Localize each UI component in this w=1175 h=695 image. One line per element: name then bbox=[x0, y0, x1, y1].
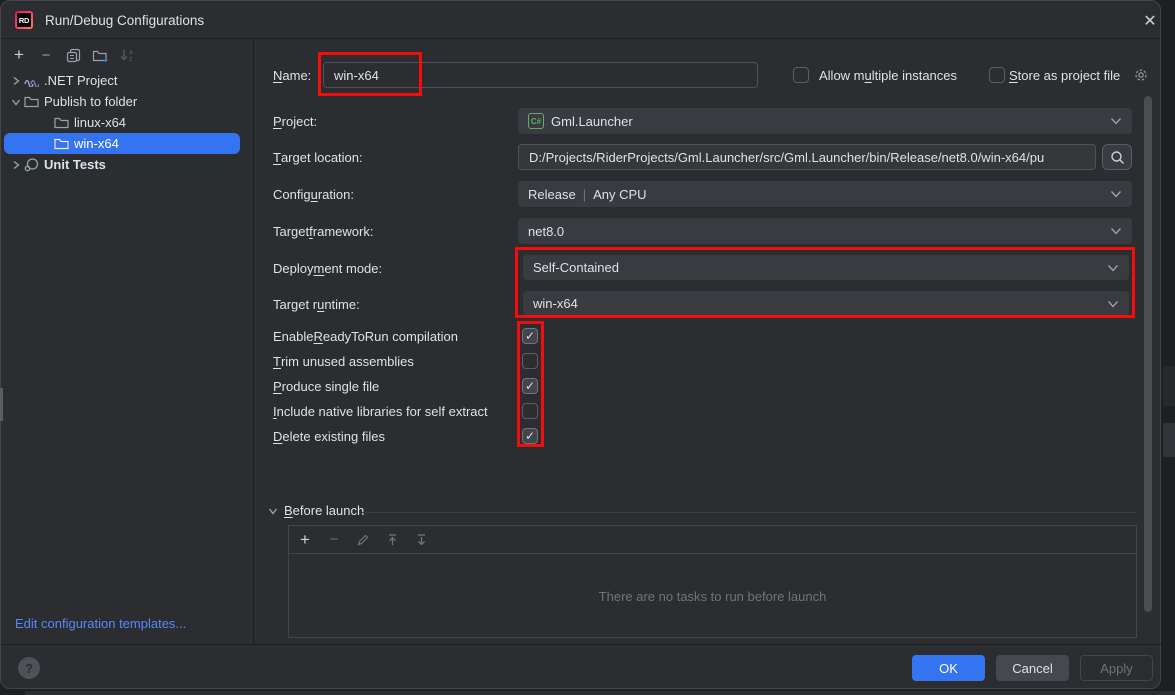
apply-button[interactable]: Apply bbox=[1080, 655, 1153, 681]
trim-unused-assemblies-label: Trim unused assemblies bbox=[273, 353, 414, 369]
delete-existing-files-checkbox[interactable] bbox=[522, 428, 538, 444]
store-as-project-file-checkbox[interactable] bbox=[989, 67, 1005, 83]
chevron-right-icon bbox=[9, 159, 23, 171]
produce-single-file-label: Produce single file bbox=[273, 378, 379, 394]
allow-multiple-instances-label: Allow multiple instances bbox=[819, 67, 957, 83]
tree-item-linux-x64[interactable]: linux-x64 bbox=[1, 112, 253, 133]
target-framework-label: Target framework: bbox=[273, 218, 373, 244]
delete-existing-files-label: Delete existing files bbox=[273, 428, 385, 444]
remove-task-icon[interactable]: − bbox=[326, 532, 342, 548]
svg-text:+: + bbox=[103, 55, 108, 63]
ide-background-patch bbox=[1163, 423, 1175, 457]
search-icon bbox=[1110, 150, 1125, 165]
chevron-down-icon bbox=[1110, 190, 1122, 199]
chevron-down-icon bbox=[1107, 263, 1119, 272]
before-launch-empty-text: There are no tasks to run before launch bbox=[289, 554, 1136, 638]
target-location-input[interactable]: D:/Projects/RiderProjects/Gml.Launcher/s… bbox=[518, 144, 1096, 170]
chevron-down-icon bbox=[9, 96, 23, 108]
tree-item-unit-tests[interactable]: Unit Tests bbox=[1, 154, 253, 175]
before-launch-toolbar: + − bbox=[289, 526, 1136, 554]
folder-icon bbox=[53, 136, 69, 152]
chevron-down-icon bbox=[1110, 227, 1122, 236]
name-label: Name: bbox=[273, 62, 311, 88]
ok-button[interactable]: OK bbox=[912, 655, 985, 681]
ide-background-strip bbox=[25, 691, 1175, 695]
unit-tests-icon bbox=[23, 157, 39, 173]
title-bar: RD Run/Debug Configurations ✕ bbox=[1, 1, 1160, 39]
project-label: Project: bbox=[273, 108, 317, 134]
target-runtime-select[interactable]: win-x64 bbox=[523, 291, 1129, 316]
ide-tool-window-stripe bbox=[0, 388, 3, 421]
include-native-libraries-label: Include native libraries for self extrac… bbox=[273, 403, 488, 419]
chevron-down-icon bbox=[1107, 299, 1119, 308]
new-folder-icon[interactable]: + bbox=[91, 46, 109, 64]
vertical-scrollbar[interactable] bbox=[1144, 96, 1152, 612]
configuration-label: Configuration: bbox=[273, 181, 354, 207]
ide-background-patch bbox=[1163, 366, 1175, 406]
run-debug-configurations-dialog: RD Run/Debug Configurations ✕ + − + az .… bbox=[0, 0, 1161, 689]
chevron-down-icon bbox=[1110, 117, 1122, 126]
tree-item-win-x64-selected[interactable]: win-x64 bbox=[4, 133, 240, 154]
edit-configuration-templates-link[interactable]: Edit configuration templates... bbox=[15, 616, 186, 631]
name-input[interactable]: win-x64 bbox=[323, 62, 758, 88]
enable-readytorun-label: Enable ReadyToRun compilation bbox=[273, 328, 458, 344]
help-icon[interactable]: ? bbox=[18, 657, 40, 679]
dotnet-icon bbox=[23, 73, 39, 89]
deployment-mode-label: Deployment mode: bbox=[273, 255, 382, 281]
remove-configuration-icon[interactable]: − bbox=[37, 46, 55, 64]
footer-divider bbox=[1, 644, 1162, 645]
store-as-project-file-label: Store as project file bbox=[1009, 67, 1120, 83]
tree-item-dotnet-project[interactable]: .NET Project bbox=[1, 70, 253, 91]
move-down-icon[interactable] bbox=[413, 532, 429, 548]
configurations-sidebar: + − + az .NET Project Publish to folder bbox=[1, 40, 254, 644]
move-up-icon[interactable] bbox=[384, 532, 400, 548]
enable-readytorun-checkbox[interactable] bbox=[522, 328, 538, 344]
edit-task-icon[interactable] bbox=[355, 532, 371, 548]
configurations-tree: .NET Project Publish to folder linux-x64… bbox=[1, 70, 253, 175]
folder-icon bbox=[53, 115, 69, 131]
before-launch-title: Before launch bbox=[284, 503, 364, 518]
deployment-mode-select[interactable]: Self-Contained bbox=[523, 255, 1129, 280]
browse-button[interactable] bbox=[1102, 144, 1132, 170]
target-framework-select[interactable]: net8.0 bbox=[518, 218, 1132, 244]
dialog-title: Run/Debug Configurations bbox=[45, 1, 204, 39]
csharp-icon: C# bbox=[528, 113, 544, 129]
trim-unused-assemblies-checkbox[interactable] bbox=[522, 353, 538, 369]
gear-icon[interactable] bbox=[1132, 66, 1150, 84]
cancel-button[interactable]: Cancel bbox=[996, 655, 1069, 681]
chevron-down-icon bbox=[267, 505, 279, 517]
close-icon[interactable]: ✕ bbox=[1137, 8, 1163, 34]
target-runtime-label: Target runtime: bbox=[273, 291, 360, 317]
include-native-libraries-checkbox[interactable] bbox=[522, 403, 538, 419]
target-location-label: Target location: bbox=[273, 144, 363, 170]
section-divider bbox=[361, 512, 1137, 513]
folder-icon bbox=[23, 94, 39, 110]
add-task-icon[interactable]: + bbox=[297, 532, 313, 548]
configuration-select[interactable]: Release | Any CPU bbox=[518, 181, 1132, 207]
copy-configuration-icon[interactable] bbox=[64, 46, 82, 64]
sort-alphabetically-icon[interactable]: az bbox=[118, 46, 136, 64]
project-select[interactable]: C# Gml.Launcher bbox=[518, 108, 1132, 134]
add-configuration-icon[interactable]: + bbox=[10, 46, 28, 64]
before-launch-panel: + − There are no tasks to run before lau… bbox=[288, 525, 1137, 638]
svg-text:a: a bbox=[129, 49, 133, 56]
svg-text:z: z bbox=[129, 56, 132, 63]
before-launch-header[interactable]: Before launch bbox=[267, 503, 364, 518]
sidebar-toolbar: + − + az bbox=[1, 40, 253, 70]
allow-multiple-instances-checkbox[interactable] bbox=[793, 67, 809, 83]
tree-item-publish-to-folder[interactable]: Publish to folder bbox=[1, 91, 253, 112]
rider-app-icon: RD bbox=[15, 11, 33, 29]
produce-single-file-checkbox[interactable] bbox=[522, 378, 538, 394]
chevron-right-icon bbox=[9, 75, 23, 87]
